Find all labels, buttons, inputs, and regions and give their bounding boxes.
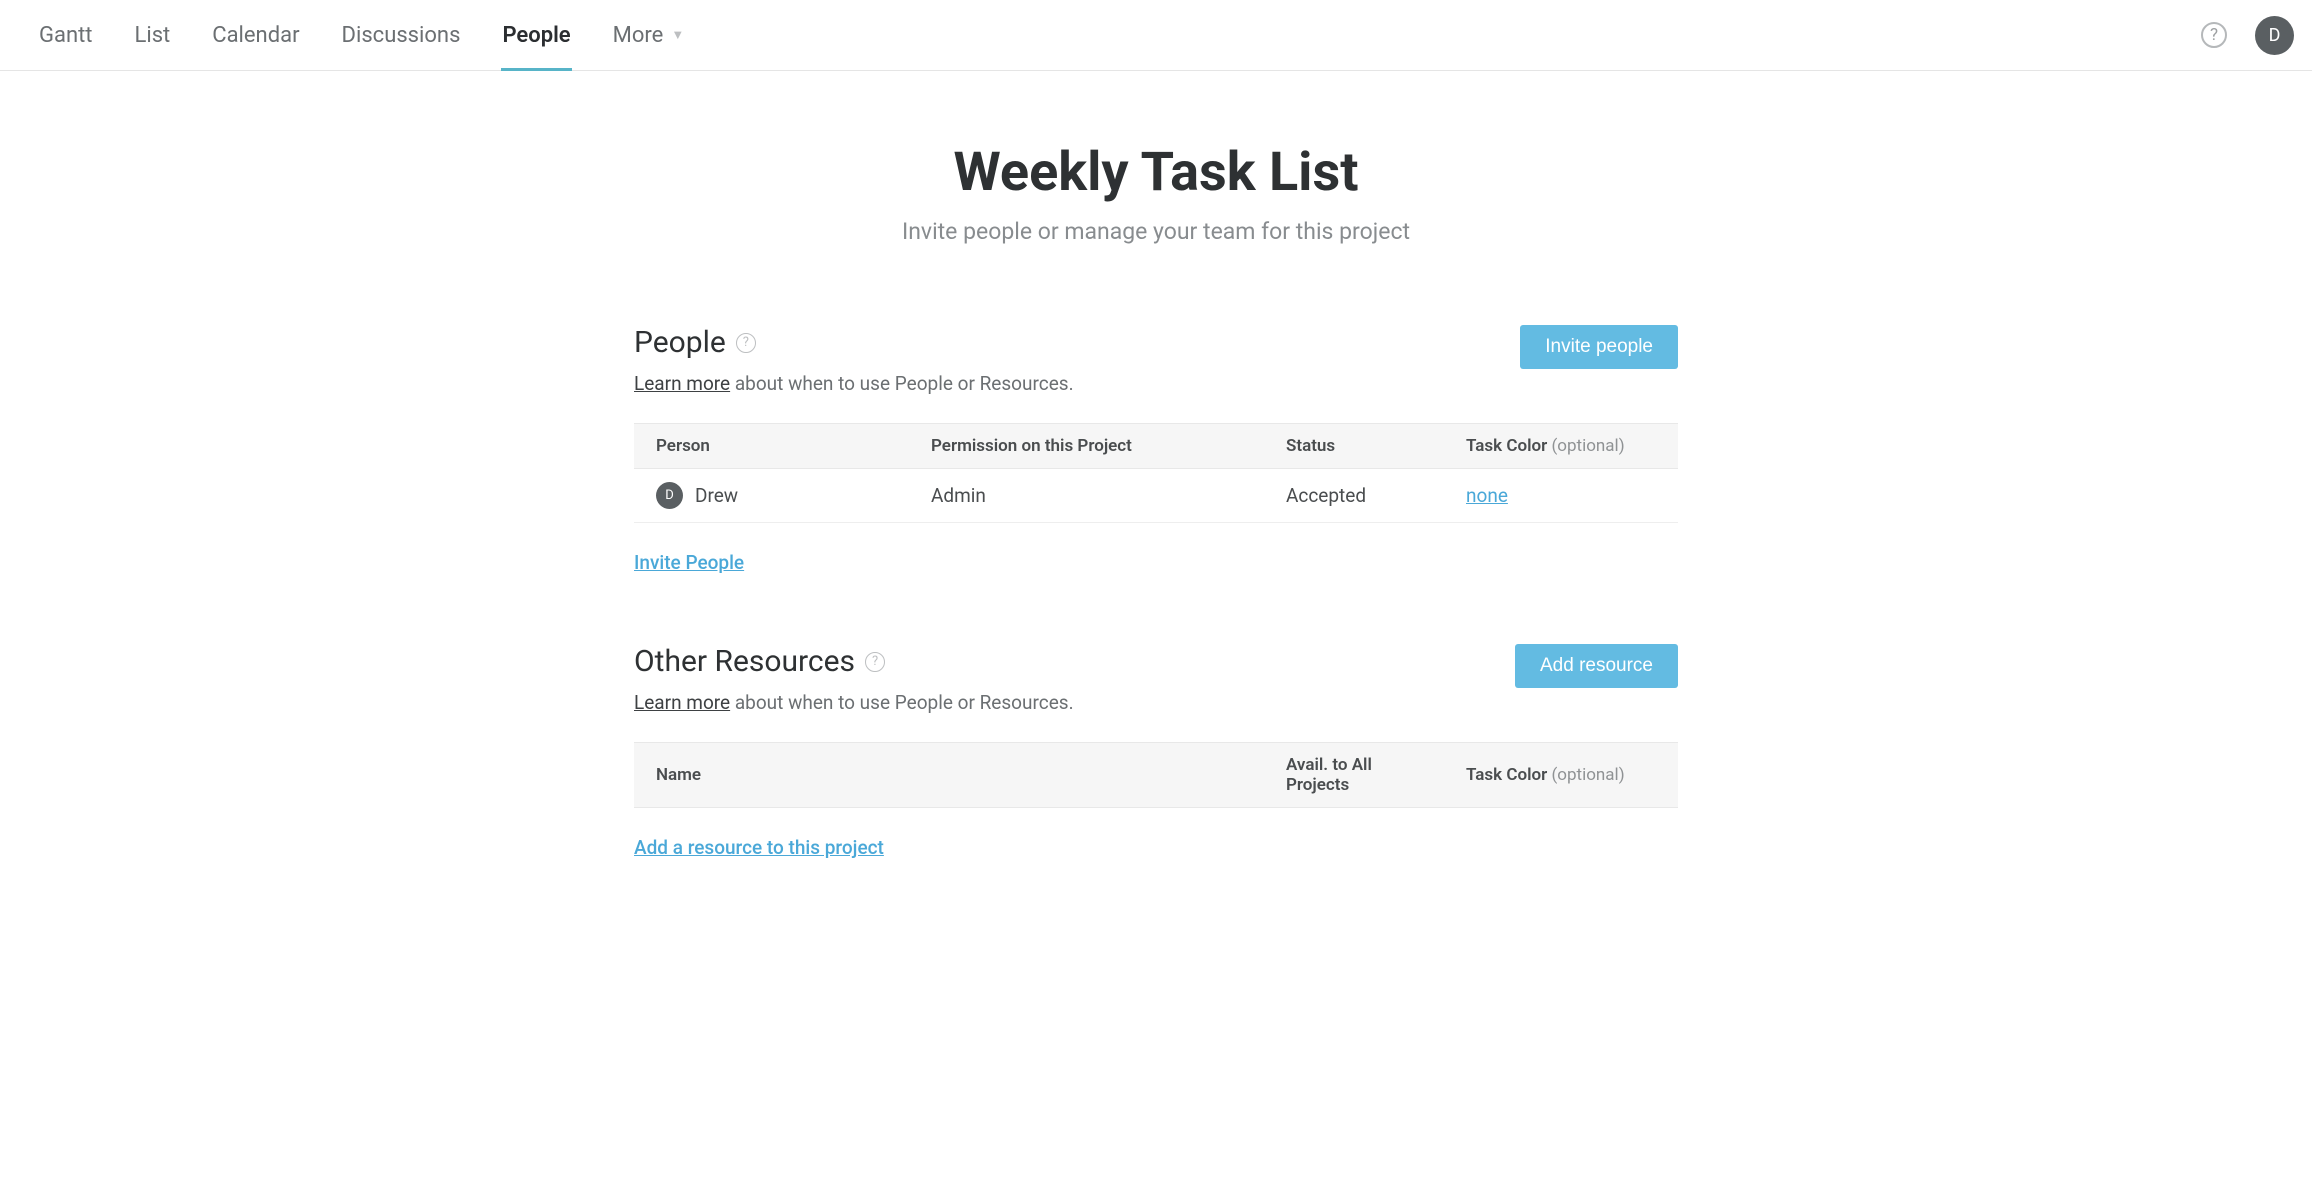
col-avail: Avail. to All Projects <box>1264 743 1444 808</box>
people-section-desc: Learn more about when to use People or R… <box>634 372 1074 395</box>
avatar-initial: D <box>665 488 674 503</box>
learn-more-link[interactable]: Learn more <box>634 372 730 395</box>
nav-tabs: Gantt List Calendar Discussions People M… <box>18 0 705 70</box>
people-section-title: People <box>634 325 726 360</box>
help-icon[interactable]: ? <box>2201 22 2227 48</box>
people-section: People ? Learn more about when to use Pe… <box>634 325 1678 574</box>
resources-section-title: Other Resources <box>634 644 855 679</box>
col-label: Task Color <box>1466 765 1547 785</box>
tab-label: Calendar <box>212 23 299 48</box>
resources-footer: Add a resource to this project <box>634 836 1678 859</box>
tab-list[interactable]: List <box>114 0 192 70</box>
task-color-link[interactable]: none <box>1466 484 1508 507</box>
add-resource-button[interactable]: Add resource <box>1515 644 1678 688</box>
tab-more[interactable]: More ▼ <box>592 0 706 70</box>
tab-label: Discussions <box>342 23 461 48</box>
resources-section: Other Resources ? Learn more about when … <box>634 644 1678 859</box>
person-name: Drew <box>695 484 738 507</box>
col-optional: (optional) <box>1551 765 1624 785</box>
desc-text: about when to use People or Resources. <box>730 372 1073 395</box>
resources-table: Name Avail. to All Projects Task Color (… <box>634 742 1678 808</box>
status-cell: Accepted <box>1264 469 1444 523</box>
task-color-cell: none <box>1444 469 1678 523</box>
tab-label: People <box>502 23 570 48</box>
col-task-color: Task Color (optional) <box>1444 743 1678 808</box>
main-content: Weekly Task List Invite people or manage… <box>634 71 1678 859</box>
table-row: D Drew Admin Accepted none <box>634 469 1678 523</box>
add-resource-link[interactable]: Add a resource to this project <box>634 836 884 859</box>
top-nav-bar: Gantt List Calendar Discussions People M… <box>0 0 2312 71</box>
tab-calendar[interactable]: Calendar <box>191 0 320 70</box>
topbar-right: ? D <box>2201 16 2294 55</box>
permission-cell: Admin <box>909 469 1264 523</box>
people-footer: Invite People <box>634 551 1678 574</box>
col-name: Name <box>634 743 1264 808</box>
tab-discussions[interactable]: Discussions <box>321 0 482 70</box>
people-table: Person Permission on this Project Status… <box>634 423 1678 523</box>
question-icon[interactable]: ? <box>865 652 885 672</box>
invite-people-link[interactable]: Invite People <box>634 551 744 574</box>
resources-section-header: Other Resources ? Learn more about when … <box>634 644 1678 714</box>
page-title: Weekly Task List <box>634 141 1678 204</box>
chevron-down-icon: ▼ <box>671 27 684 43</box>
tab-gantt[interactable]: Gantt <box>18 0 114 70</box>
person-avatar: D <box>656 482 683 509</box>
col-task-color: Task Color (optional) <box>1444 424 1678 469</box>
tab-people[interactable]: People <box>481 0 591 70</box>
resources-section-desc: Learn more about when to use People or R… <box>634 691 1074 714</box>
avatar-initial: D <box>2269 25 2281 46</box>
page-subtitle: Invite people or manage your team for th… <box>634 218 1678 245</box>
col-optional: (optional) <box>1551 436 1624 456</box>
desc-text: about when to use People or Resources. <box>730 691 1073 714</box>
learn-more-link[interactable]: Learn more <box>634 691 730 714</box>
question-icon[interactable]: ? <box>736 333 756 353</box>
tab-label: More <box>613 23 664 48</box>
col-person: Person <box>634 424 909 469</box>
person-cell: D Drew <box>634 469 909 523</box>
col-permission: Permission on this Project <box>909 424 1264 469</box>
people-section-header: People ? Learn more about when to use Pe… <box>634 325 1678 395</box>
tab-label: Gantt <box>39 23 93 48</box>
tab-label: List <box>135 23 171 48</box>
user-avatar[interactable]: D <box>2255 16 2294 55</box>
invite-people-button[interactable]: Invite people <box>1520 325 1678 369</box>
col-status: Status <box>1264 424 1444 469</box>
col-label: Task Color <box>1466 436 1547 456</box>
